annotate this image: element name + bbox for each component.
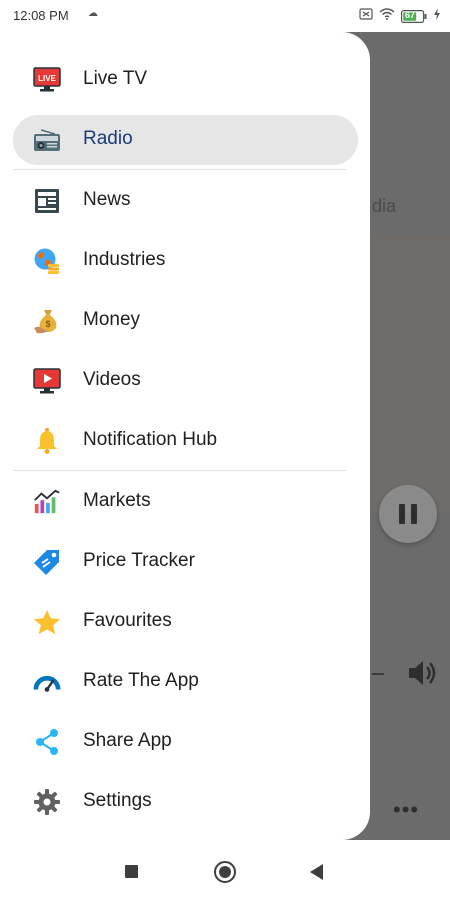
menu-label-rate-the-app: Rate The App [83,670,199,691]
menu-item-share-app[interactable]: Share App [13,717,358,767]
svg-text:$: $ [45,319,50,329]
menu-item-radio[interactable]: Radio [13,115,358,165]
menu-label-favourites: Favourites [83,610,172,631]
star-icon [33,608,61,636]
menu-label-price-tracker: Price Tracker [83,550,195,571]
pause-icon [399,504,405,524]
menu-item-notification-hub[interactable]: Notification Hub [13,416,358,466]
home-button[interactable] [214,861,236,883]
menu-label-live-tv: Live TV [83,68,148,89]
menu-divider [13,169,346,170]
gauge-icon [33,668,61,696]
menu-label-notification-hub: Notification Hub [83,429,218,450]
pause-button[interactable] [379,485,437,543]
menu-label-money: Money [83,309,141,330]
menu-label-industries: Industries [83,249,166,270]
menu-item-price-tracker[interactable]: Price Tracker [13,537,358,587]
system-navigation-bar [0,840,450,900]
menu-item-settings[interactable]: Settings [13,777,358,827]
video-icon [33,367,61,395]
recent-apps-button[interactable] [125,865,138,878]
menu-item-videos[interactable]: Videos [13,356,358,406]
gear-icon [33,788,61,816]
seek-bar-fragment [372,673,384,675]
status-time: 12:08 PM [13,8,69,23]
menu-divider [13,470,346,471]
volume-icon[interactable] [405,656,439,695]
menu-label-markets: Markets [83,490,151,511]
menu-item-industries[interactable]: Industries [13,236,358,286]
industries-icon [33,247,61,275]
wifi-icon [379,7,395,25]
menu-label-settings: Settings [83,790,152,811]
home-icon [219,866,231,878]
live-tv-icon: LIVE [33,66,61,94]
back-button[interactable] [310,864,323,880]
background-tab-label: dia [372,196,397,216]
svg-text:LIVE: LIVE [38,74,56,83]
menu-item-favourites[interactable]: Favourites [13,597,358,647]
menu-item-rate-the-app[interactable]: Rate The App [13,657,358,707]
share-icon [33,728,61,756]
menu-label-radio: Radio [83,128,133,149]
menu-label-share-app: Share App [83,730,172,751]
navigation-drawer: LIVE Live TV Radio News Industries $ Mon… [0,32,370,840]
battery-icon: 67 [401,10,427,23]
menu-label-videos: Videos [83,369,141,390]
price-tag-icon [33,548,61,576]
money-bag-icon: $ [33,307,61,335]
bell-icon [33,427,61,455]
markets-chart-icon [33,488,61,516]
sim-icon [359,7,373,25]
menu-item-markets[interactable]: Markets [13,477,358,527]
news-icon [33,187,61,215]
menu-item-live-tv[interactable]: LIVE Live TV [13,55,358,105]
charging-icon [433,7,441,25]
battery-level: 67 [405,9,416,20]
status-icons: 67 [359,7,441,25]
menu-item-money[interactable]: $ Money [13,296,358,346]
menu-label-news: News [83,189,131,210]
radio-icon [33,126,61,154]
more-options-icon[interactable]: ••• [393,797,419,823]
cloud-icon: ☁ [88,8,98,19]
status-bar: 12:08 PM ☁ 67 [0,0,450,32]
menu-item-news[interactable]: News [13,176,358,226]
